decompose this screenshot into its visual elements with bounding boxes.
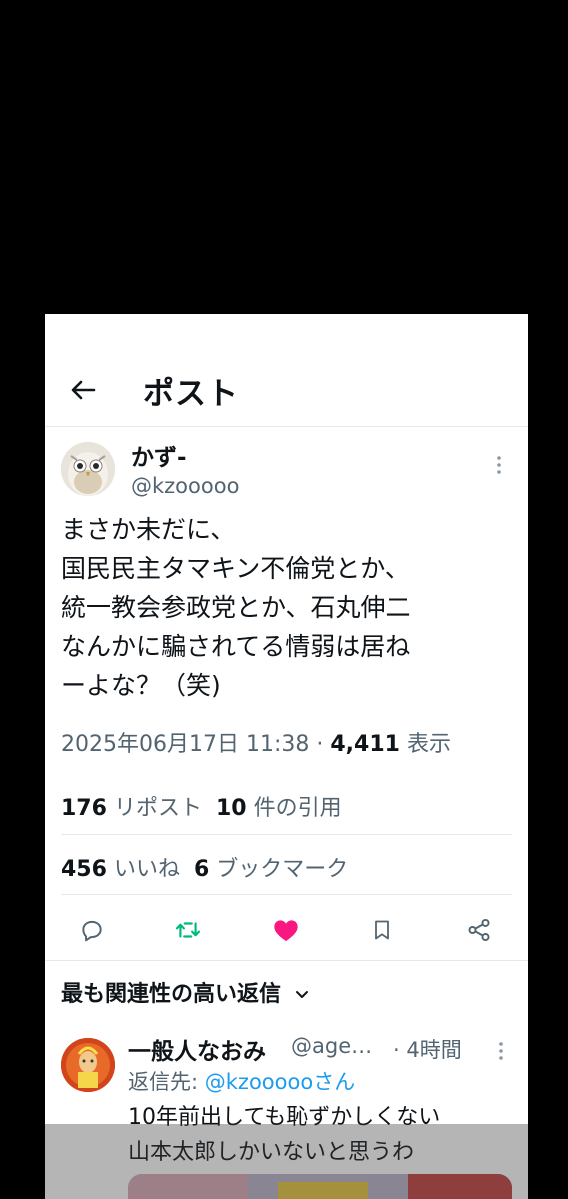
repost-icon xyxy=(175,922,201,938)
top-bar: ポスト xyxy=(45,314,528,427)
author-handle[interactable]: @kzooooo xyxy=(131,474,239,498)
post-detail-screen: ポスト かず- @kzooooo まさか未だに、 国民民主タマキン不倫党とか、 … xyxy=(45,314,528,1199)
reply-avatar-image xyxy=(61,1038,115,1092)
reply-to-line: 返信先: @kzoooooさん xyxy=(128,1066,355,1096)
arrow-left-icon xyxy=(71,380,96,400)
bookmarks-link[interactable]: 6 ブックマーク xyxy=(194,857,348,882)
reply-to-mention-handle: @kzooooo xyxy=(204,1070,314,1094)
post-timestamp[interactable]: 2025年06月17日 11:38 xyxy=(61,732,309,757)
reply-avatar[interactable] xyxy=(61,1038,115,1092)
chevron-down-icon xyxy=(295,991,308,998)
bookmarks-count: 6 xyxy=(193,857,210,882)
screen-dim-overlay xyxy=(45,1124,528,1199)
meta-separator: · xyxy=(316,732,324,757)
reposts-count: 176 xyxy=(61,796,107,821)
more-vertical-icon xyxy=(497,456,501,474)
views-count: 4,411 xyxy=(330,732,400,757)
likes-count: 456 xyxy=(61,857,107,882)
back-button[interactable] xyxy=(67,374,99,406)
repost-button[interactable] xyxy=(170,912,206,948)
divider xyxy=(45,960,528,961)
reply-handle[interactable]: @age… xyxy=(291,1034,372,1058)
quotes-count: 10 xyxy=(215,796,247,821)
views-label: 表示 xyxy=(406,732,451,757)
divider xyxy=(61,894,512,895)
author-display-name[interactable]: かず- xyxy=(131,438,187,472)
reply-sort-dropdown[interactable]: 最も関連性の高い返信 xyxy=(61,976,309,1008)
reposts-label: リポスト xyxy=(113,796,202,821)
bookmarks-label: ブックマーク xyxy=(216,857,349,882)
more-vertical-icon xyxy=(499,1042,503,1060)
reply-to-mention[interactable]: @kzoooooさん xyxy=(205,1070,355,1094)
likes-label: いいね xyxy=(113,857,180,882)
reply-more-options-button[interactable] xyxy=(494,1040,508,1062)
reply-icon xyxy=(82,920,102,942)
like-button[interactable] xyxy=(268,912,304,948)
reply-button[interactable] xyxy=(74,912,110,948)
reply-display-name[interactable]: 一般人なおみ xyxy=(128,1032,266,1066)
page-title: ポスト xyxy=(143,376,239,412)
quotes-label: 件の引用 xyxy=(253,796,342,821)
owl-avatar-image xyxy=(61,442,115,496)
bookmark-button[interactable] xyxy=(364,912,400,948)
bookmark-icon xyxy=(375,920,389,940)
divider xyxy=(61,834,512,835)
reply-sort-label: 最も関連性の高い返信 xyxy=(61,982,282,1007)
repost-stats: 176 リポスト 10 件の引用 xyxy=(61,790,342,822)
likes-link[interactable]: 456 いいね xyxy=(61,857,180,882)
post-meta: 2025年06月17日 11:38 · 4,411 表示 xyxy=(61,726,451,758)
share-icon xyxy=(468,918,490,942)
action-bar xyxy=(45,902,528,960)
heart-icon xyxy=(274,920,298,942)
avatar[interactable] xyxy=(61,442,115,496)
quotes-link[interactable]: 10 件の引用 xyxy=(216,796,342,821)
reply-to-prefix: 返信先: xyxy=(128,1070,199,1094)
share-button[interactable] xyxy=(461,912,497,948)
more-options-button[interactable] xyxy=(492,454,506,476)
post-text: まさか未だに、 国民民主タマキン不倫党とか、 統一教会参政党とか、石丸伸二 なん… xyxy=(61,515,411,700)
reply-time[interactable]: · 4時間 xyxy=(393,1034,462,1064)
reposts-link[interactable]: 176 リポスト xyxy=(61,796,202,821)
like-stats: 456 いいね 6 ブックマーク xyxy=(61,851,348,883)
reply-to-suffix: さん xyxy=(313,1070,356,1094)
